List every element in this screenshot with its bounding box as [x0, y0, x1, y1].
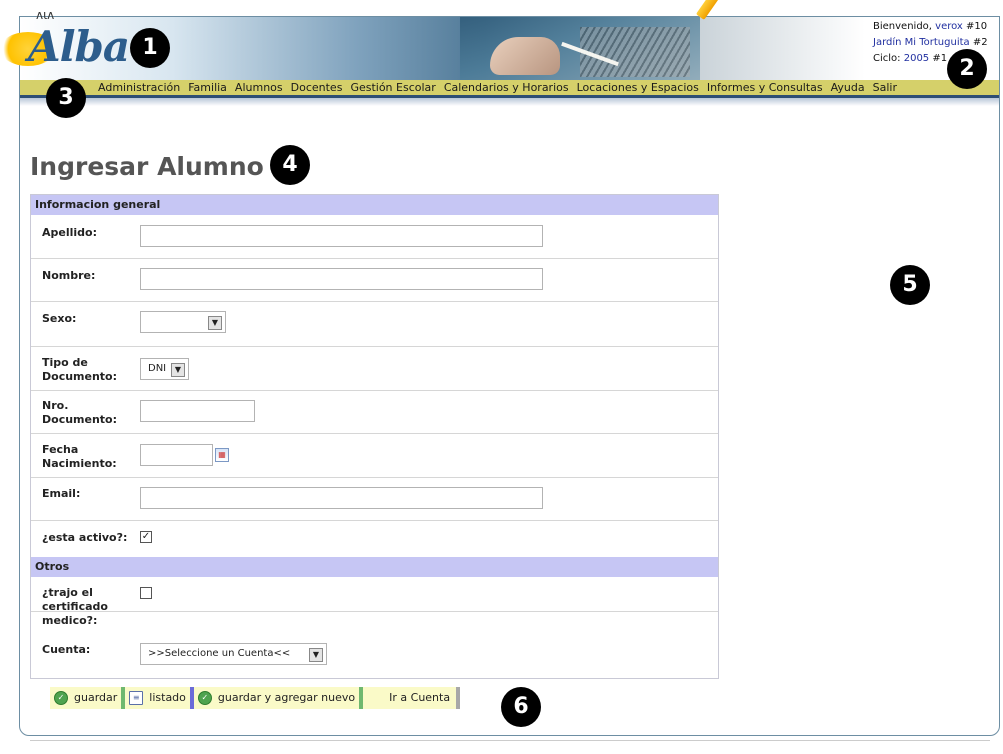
listado-button[interactable]: ≡ listado: [125, 687, 190, 709]
check-circle-icon: ✓: [54, 691, 68, 705]
row-nombre: Nombre:: [31, 258, 718, 302]
email-input[interactable]: [140, 487, 543, 509]
row-email: Email:: [31, 477, 718, 521]
ir-cuenta-button[interactable]: Ir a Cuenta: [363, 687, 457, 709]
nav-item-familia[interactable]: Familia: [188, 80, 227, 95]
logo-text: Alba: [28, 22, 130, 71]
tipo-documento-select[interactable]: DNI ▼: [140, 358, 189, 380]
callout-marker-2: 2: [947, 49, 987, 89]
row-fecha-nacimiento: Fecha Nacimiento: ▦: [31, 433, 718, 478]
user-link[interactable]: verox: [935, 21, 963, 32]
nav-item-administracion[interactable]: Administración: [98, 80, 180, 95]
chevron-down-icon: ▼: [309, 648, 323, 662]
list-icon: ≡: [129, 691, 144, 705]
action-bar: ✓ guardar ≡ listado ✓ guardar y agregar …: [50, 687, 461, 709]
nav-item-gestion-escolar[interactable]: Gestión Escolar: [350, 80, 435, 95]
row-activo: ¿esta activo?: ✓: [31, 520, 718, 557]
nombre-input[interactable]: [140, 268, 543, 290]
cycle-link[interactable]: 2005: [904, 53, 929, 64]
student-form: Informacion general Apellido: Nombre: Se…: [30, 194, 719, 679]
chevron-down-icon: ▼: [208, 316, 222, 330]
apellido-input[interactable]: [140, 225, 543, 247]
nav-item-alumnos[interactable]: Alumnos: [235, 80, 283, 95]
nro-documento-input[interactable]: [140, 400, 255, 422]
logo-sprig-icon: ʌɩʌ: [36, 8, 55, 22]
cuenta-select[interactable]: >>Seleccione un Cuenta<< ▼: [140, 643, 327, 665]
section-general-header: Informacion general: [31, 195, 718, 215]
callout-marker-4: 4: [270, 145, 310, 185]
row-certificado: ¿trajo el certificado medico?:: [31, 577, 718, 627]
apellido-label: Apellido:: [42, 226, 97, 239]
page-title: Ingresar Alumno: [30, 152, 264, 181]
nav-item-salir[interactable]: Salir: [873, 80, 897, 95]
section-otros-header: Otros: [31, 557, 718, 577]
sexo-select[interactable]: ▼: [140, 311, 226, 333]
nav-item-docentes[interactable]: Docentes: [291, 80, 343, 95]
alba-logo[interactable]: ʌɩʌ Alba: [0, 4, 130, 76]
nav-item-locaciones[interactable]: Locaciones y Espacios: [577, 80, 699, 95]
frame-shadow-line: [30, 740, 990, 741]
hand-image: [490, 37, 560, 75]
welcome-line: Bienvenido, verox #10: [873, 21, 988, 32]
guardar-button[interactable]: ✓ guardar: [50, 687, 122, 709]
row-apellido: Apellido:: [31, 215, 718, 259]
sketch-image: [580, 27, 690, 77]
callout-marker-1: 1: [130, 28, 170, 68]
callout-marker-5: 5: [890, 265, 930, 305]
row-tipo-documento: Tipo de Documento: DNI ▼: [31, 346, 718, 391]
fecha-nacimiento-label: Fecha Nacimiento:: [42, 443, 117, 470]
row-sexo: Sexo: ▼: [31, 301, 718, 347]
nombre-label: Nombre:: [42, 269, 96, 282]
activo-checkbox[interactable]: ✓: [140, 531, 152, 543]
email-label: Email:: [42, 487, 81, 500]
tipo-documento-label: Tipo de Documento:: [42, 356, 118, 383]
school-link[interactable]: Jardín Mi Tortuguita: [873, 37, 970, 48]
callout-marker-6: 6: [501, 687, 541, 727]
sexo-label: Sexo:: [42, 312, 77, 325]
row-cuenta: Cuenta: >>Seleccione un Cuenta<< ▼: [31, 611, 718, 677]
nav-shadow: [20, 98, 999, 106]
guardar-nuevo-button[interactable]: ✓ guardar y agregar nuevo: [193, 687, 360, 709]
calendar-icon[interactable]: ▦: [215, 448, 229, 462]
nro-documento-label: Nro. Documento:: [42, 399, 118, 426]
callout-marker-3: 3: [46, 78, 86, 118]
certificado-checkbox[interactable]: [140, 587, 152, 599]
cuenta-label: Cuenta:: [42, 643, 91, 656]
row-nro-documento: Nro. Documento:: [31, 390, 718, 434]
fecha-nacimiento-input[interactable]: [140, 444, 213, 466]
nav-item-informes[interactable]: Informes y Consultas: [707, 80, 823, 95]
chevron-down-icon: ▼: [171, 363, 185, 377]
button-separator: [456, 687, 461, 709]
nav-item-ayuda[interactable]: Ayuda: [831, 80, 865, 95]
main-nav: Administración Familia Alumnos Docentes …: [20, 80, 999, 98]
nav-item-calendarios[interactable]: Calendarios y Horarios: [444, 80, 569, 95]
check-circle-icon: ✓: [197, 691, 212, 705]
activo-label: ¿esta activo?:: [42, 531, 128, 544]
